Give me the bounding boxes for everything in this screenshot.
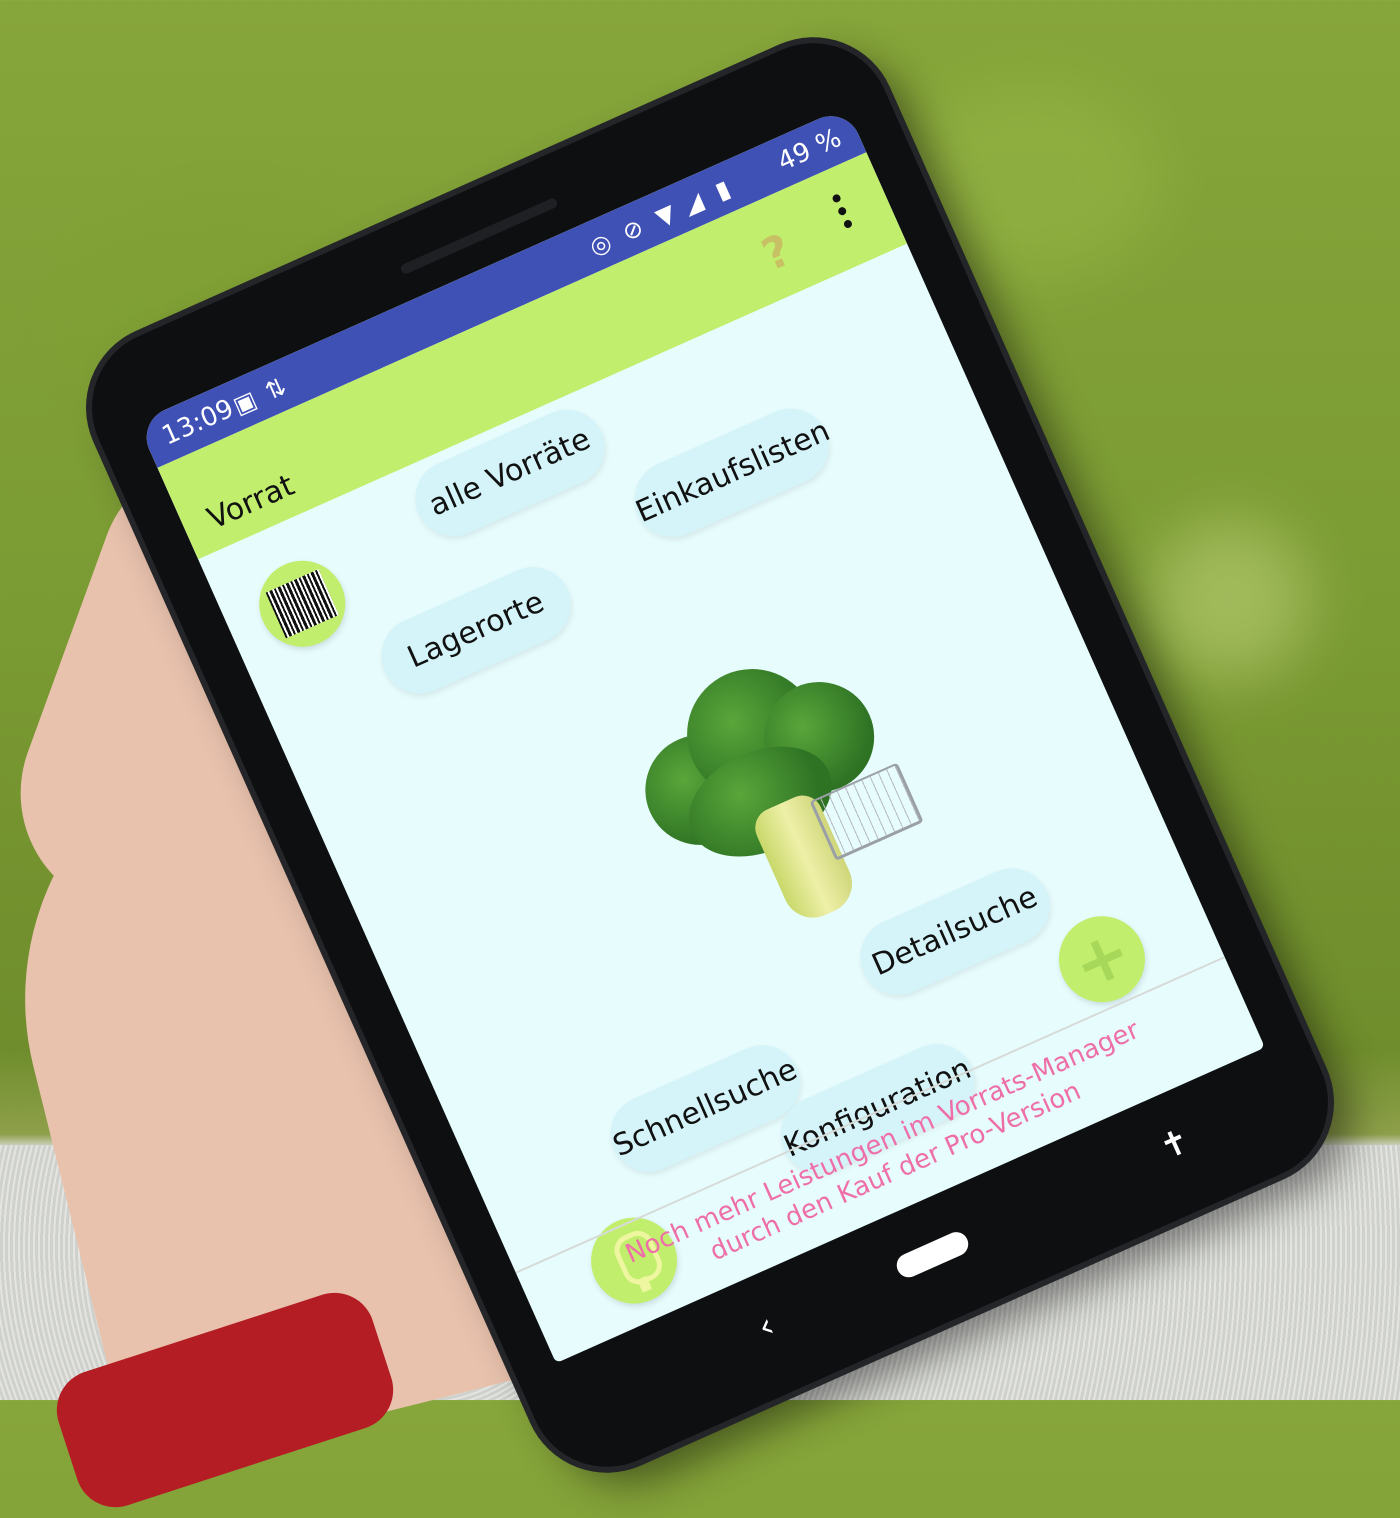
broccoli-cart-illustration (602, 624, 945, 967)
app-title: Vorrat (202, 467, 300, 537)
sync-icon: ⇅ (260, 372, 291, 406)
signal-icon: ◢ (678, 186, 708, 220)
home-button[interactable] (892, 1228, 973, 1282)
wifi-icon: ▼ (651, 198, 680, 233)
battery-icon: ▮ (710, 174, 735, 206)
barcode-scan-button[interactable] (245, 547, 360, 661)
do-not-disturb-icon: ⊘ (617, 213, 648, 247)
accessibility-icon[interactable]: ✝ (1154, 1121, 1196, 1169)
overflow-menu-icon[interactable] (831, 192, 857, 234)
einkaufslisten-button[interactable]: Einkaufslisten (622, 396, 841, 550)
barcode-icon (265, 569, 339, 639)
data-saver-icon: ◎ (585, 227, 616, 262)
back-icon[interactable]: ‹ (752, 1306, 781, 1348)
help-icon[interactable]: ? (755, 224, 799, 281)
schnellsuche-button[interactable]: Schnellsuche (598, 1033, 813, 1184)
add-button[interactable]: + (1045, 902, 1159, 1017)
lagerorte-button[interactable]: Lagerorte (369, 554, 583, 706)
